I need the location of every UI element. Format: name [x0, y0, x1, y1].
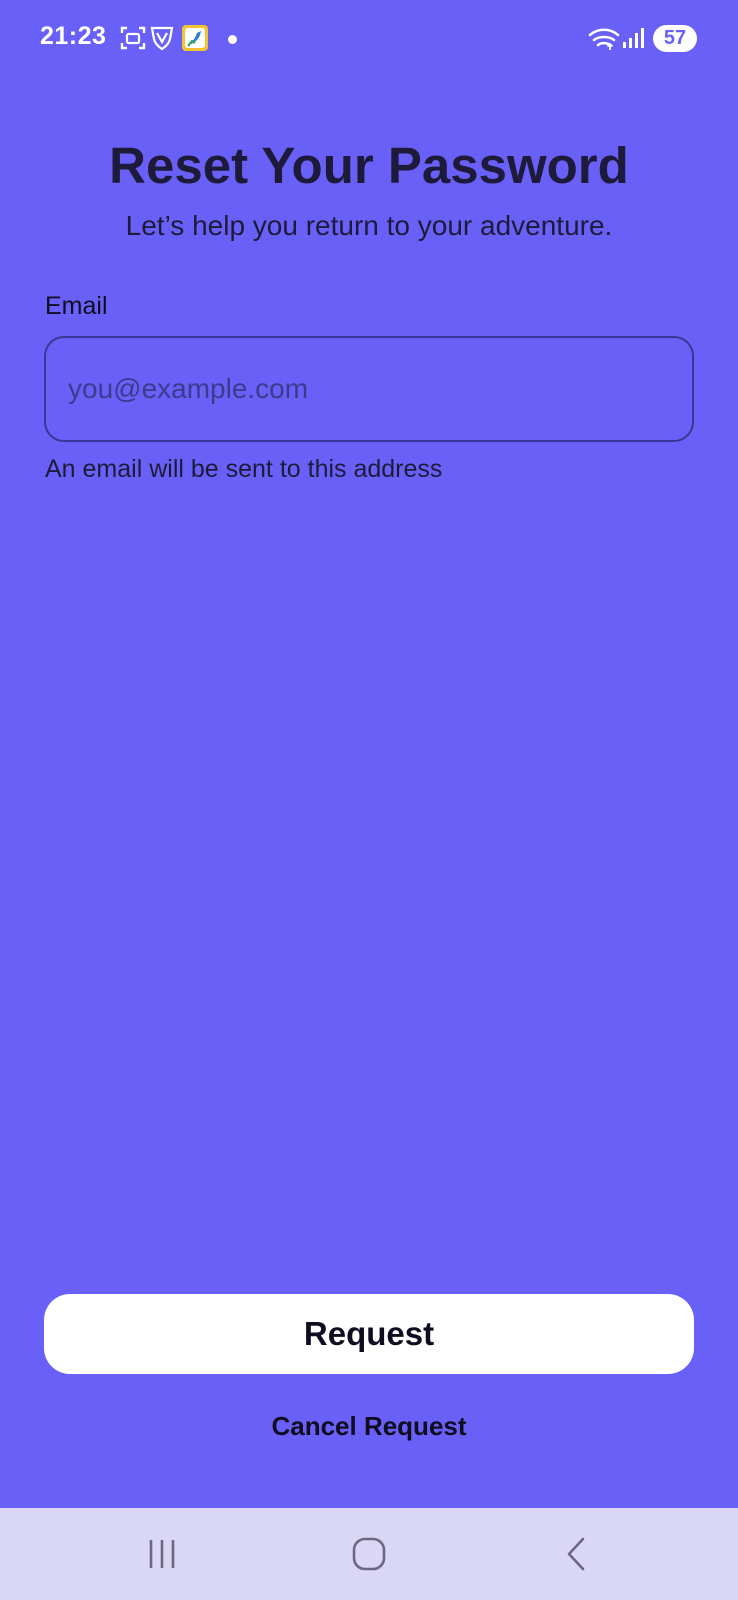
page-subtitle: Let’s help you return to your adventure. — [125, 210, 613, 241]
notification-dot — [228, 35, 237, 44]
email-label: Email — [45, 292, 108, 320]
email-helper-text: An email will be sent to this address — [45, 455, 443, 483]
home-icon[interactable] — [347, 1534, 391, 1574]
email-field[interactable] — [44, 336, 694, 442]
vpn-shield-icon — [150, 26, 174, 51]
screenshot-icon — [120, 26, 146, 50]
wifi-icon — [588, 28, 620, 50]
request-button[interactable]: Request — [44, 1294, 694, 1374]
recent-apps-icon[interactable] — [140, 1534, 184, 1574]
status-bar: 21:23 57 — [0, 0, 738, 78]
system-nav-bar — [0, 1508, 738, 1600]
status-time: 21:23 — [40, 22, 107, 50]
signal-icon — [623, 28, 644, 48]
app-notification-icon — [182, 25, 208, 51]
page-title: Reset Your Password — [109, 137, 629, 194]
back-icon[interactable] — [555, 1534, 599, 1574]
battery-icon: 57 — [653, 25, 697, 52]
cancel-request-link[interactable]: Cancel Request — [0, 1411, 738, 1442]
